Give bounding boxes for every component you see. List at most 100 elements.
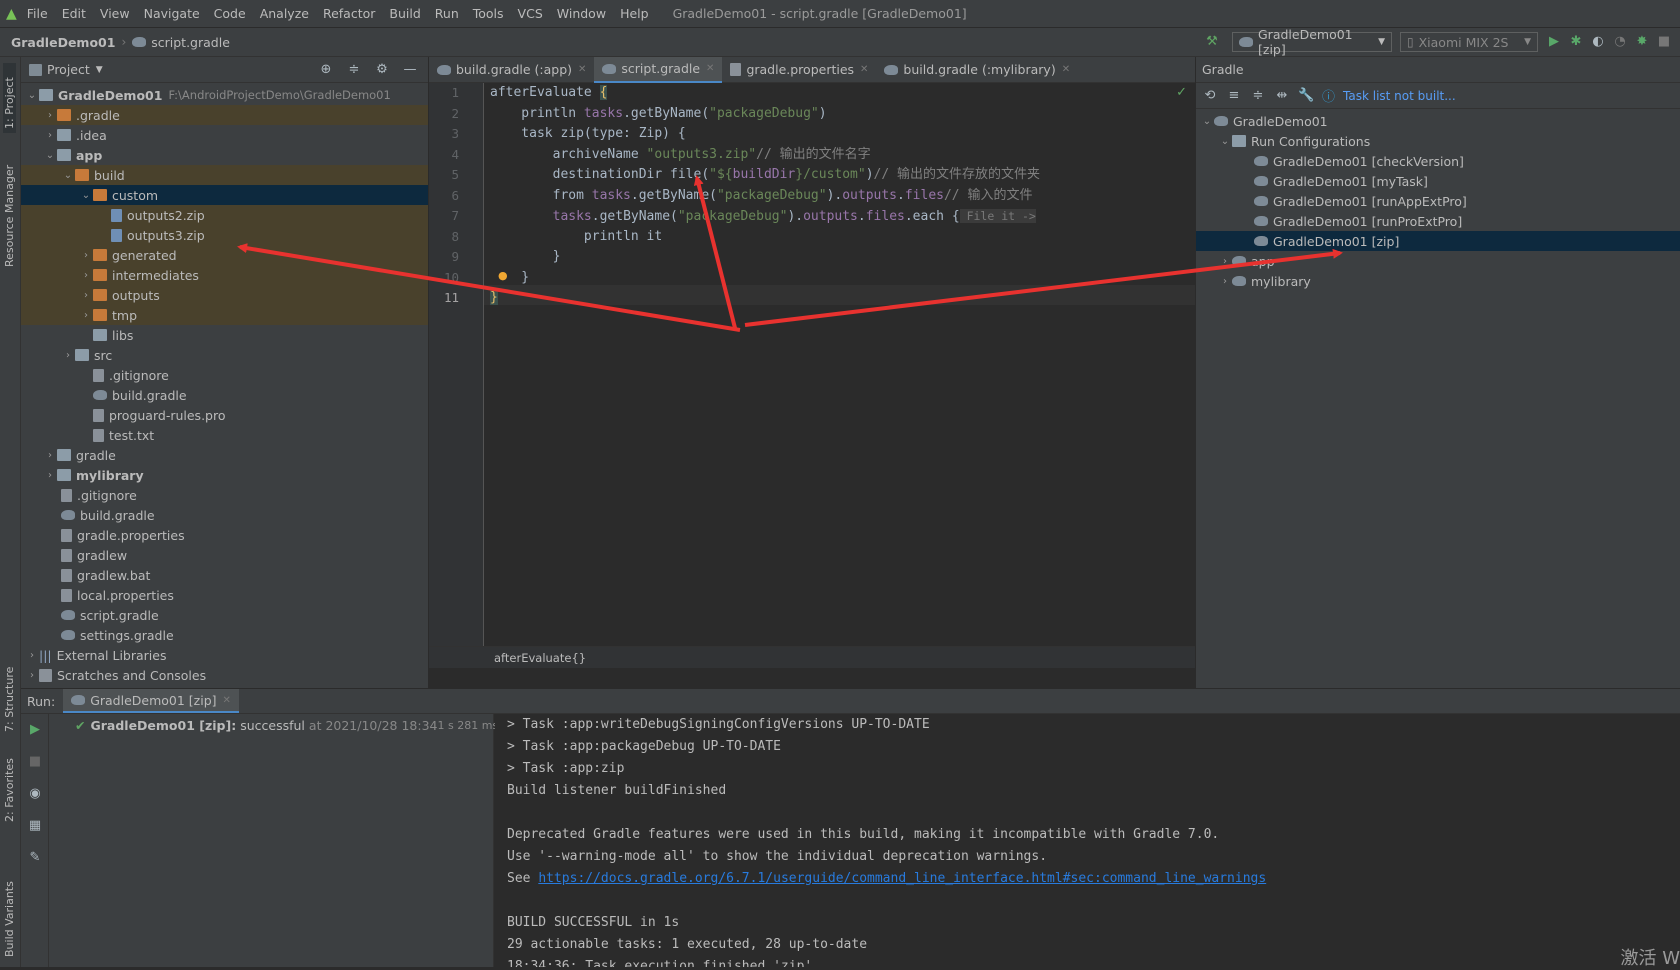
chevron-right-icon[interactable]: › — [43, 450, 57, 461]
close-icon[interactable]: ✕ — [860, 64, 868, 75]
build-hammer-icon[interactable]: ⚒ — [1204, 34, 1220, 50]
refresh-gradle-icon[interactable]: ⟲ — [1202, 88, 1218, 104]
project-view-selector[interactable]: Project — [47, 62, 90, 77]
gradle-tree-item-selected[interactable]: GradleDemo01 [zip] — [1196, 231, 1680, 251]
menu-code[interactable]: Code — [214, 6, 246, 21]
collapse-all-icon[interactable]: ≑ — [346, 62, 362, 78]
layout-icon[interactable]: ▦ — [27, 818, 43, 834]
tree-item[interactable]: › gradle — [21, 445, 428, 465]
tree-item[interactable]: script.gradle — [21, 605, 428, 625]
gradle-tree-item[interactable]: GradleDemo01 [checkVersion] — [1196, 151, 1680, 171]
build-variants-tool-tab[interactable]: Build Variants — [3, 847, 16, 957]
gear-icon[interactable]: ⚙ — [374, 62, 390, 78]
tree-item[interactable]: .gitignore — [21, 365, 428, 385]
project-tool-tab[interactable]: 1: Project — [3, 63, 16, 133]
menu-run[interactable]: Run — [435, 6, 459, 21]
structure-tool-tab[interactable]: 7: Structure — [3, 652, 16, 732]
run-result-row[interactable]: ✔ GradleDemo01 [zip]: successful at 2021… — [49, 714, 498, 736]
tree-item[interactable]: build.gradle — [21, 505, 428, 525]
menu-navigate[interactable]: Navigate — [144, 6, 200, 21]
tab-gradle-properties[interactable]: gradle.properties ✕ — [722, 57, 876, 83]
close-icon[interactable]: ✕ — [578, 64, 586, 75]
tree-item[interactable]: › tmp — [21, 305, 428, 325]
chevron-right-icon[interactable]: › — [43, 470, 57, 481]
stop-icon[interactable]: ■ — [27, 754, 43, 770]
gradle-tree-item[interactable]: ⌄ Run Configurations — [1196, 131, 1680, 151]
chevron-down-icon[interactable]: ⌄ — [25, 90, 39, 101]
chevron-down-icon[interactable]: ⌄ — [1200, 116, 1214, 127]
coverage-icon[interactable]: ◐ — [1590, 34, 1606, 50]
tree-item[interactable]: › ||| External Libraries — [21, 645, 428, 665]
tree-item[interactable]: › outputs — [21, 285, 428, 305]
chevron-down-icon[interactable]: ⌄ — [1218, 136, 1232, 147]
tree-item[interactable]: proguard-rules.pro — [21, 405, 428, 425]
tree-item[interactable]: test.txt — [21, 425, 428, 445]
gradle-tree-item[interactable]: › app — [1196, 251, 1680, 271]
run-icon[interactable]: ▶ — [1546, 34, 1562, 50]
chevron-right-icon[interactable]: › — [25, 650, 39, 661]
chevron-down-icon[interactable]: ⌄ — [43, 150, 57, 161]
tree-item[interactable]: local.properties — [21, 585, 428, 605]
tree-item[interactable]: ⌄ build — [21, 165, 428, 185]
hide-icon[interactable]: — — [402, 62, 418, 78]
chevron-right-icon[interactable]: › — [79, 310, 93, 321]
chevron-down-icon[interactable]: ▼ — [96, 65, 103, 75]
chevron-right-icon[interactable]: › — [1218, 276, 1232, 287]
tree-item[interactable]: .gitignore — [21, 485, 428, 505]
editor-breadcrumb[interactable]: afterEvaluate{} — [494, 651, 586, 665]
chevron-right-icon[interactable]: › — [79, 270, 93, 281]
tree-item[interactable]: ⌄ app — [21, 145, 428, 165]
collapse-all-icon[interactable]: ≑ — [1250, 88, 1266, 104]
tree-item[interactable]: › src — [21, 345, 428, 365]
tree-item[interactable]: gradlew.bat — [21, 565, 428, 585]
tree-item[interactable]: › .idea — [21, 125, 428, 145]
code-editor[interactable]: 1 2 3 4 5 6 7 8 9 10 11 ● ✓ afterEvaluat… — [429, 83, 1195, 668]
tree-item[interactable]: › .gradle — [21, 105, 428, 125]
locate-icon[interactable]: ⊕ — [318, 62, 334, 78]
chevron-right-icon[interactable]: › — [43, 130, 57, 141]
chevron-right-icon[interactable]: › — [43, 110, 57, 121]
menu-help[interactable]: Help — [620, 6, 649, 21]
tree-item[interactable]: › mylibrary — [21, 465, 428, 485]
gradle-tree-item[interactable]: GradleDemo01 [runProExtPro] — [1196, 211, 1680, 231]
tree-item[interactable]: › intermediates — [21, 265, 428, 285]
tab-script-gradle[interactable]: script.gradle ✕ — [594, 56, 723, 83]
gradle-tree-item[interactable]: GradleDemo01 [myTask] — [1196, 171, 1680, 191]
tree-item-selected[interactable]: ⌄ custom — [21, 185, 428, 205]
toggle-offline-icon[interactable]: ⇹ — [1274, 88, 1290, 104]
chevron-right-icon[interactable]: › — [61, 350, 75, 361]
stop-icon[interactable]: ■ — [1656, 34, 1672, 50]
docs-link[interactable]: https://docs.gradle.org/6.7.1/userguide/… — [538, 871, 1266, 886]
device-selector[interactable]: ▯ Xiaomi MIX 2S ▼ — [1400, 32, 1538, 52]
eye-icon[interactable]: ◉ — [27, 786, 43, 802]
chevron-right-icon[interactable]: › — [79, 250, 93, 261]
menu-build[interactable]: Build — [389, 6, 420, 21]
close-icon[interactable]: ✕ — [1062, 64, 1070, 75]
breadcrumb-file[interactable]: script.gradle — [151, 35, 230, 50]
chevron-right-icon[interactable]: › — [1218, 256, 1232, 267]
menu-analyze[interactable]: Analyze — [260, 6, 309, 21]
tree-item[interactable]: › generated — [21, 245, 428, 265]
menu-file[interactable]: File — [27, 6, 48, 21]
close-icon[interactable]: ✕ — [706, 63, 714, 74]
chevron-down-icon[interactable]: ⌄ — [79, 190, 93, 201]
menu-vcs[interactable]: VCS — [518, 6, 543, 21]
menu-refactor[interactable]: Refactor — [323, 6, 375, 21]
expand-all-icon[interactable]: ≡ — [1226, 88, 1242, 104]
debug-icon[interactable]: ✱ — [1568, 34, 1584, 50]
run-config-selector[interactable]: GradleDemo01 [zip] ▼ — [1232, 27, 1392, 57]
chevron-right-icon[interactable]: › — [25, 670, 39, 681]
tab-build-gradle-mylibrary[interactable]: build.gradle (:mylibrary) ✕ — [876, 57, 1078, 83]
run-tab[interactable]: GradleDemo01 [zip] ✕ — [63, 689, 239, 713]
tree-item[interactable]: libs — [21, 325, 428, 345]
tree-item[interactable]: gradlew — [21, 545, 428, 565]
attach-debugger-icon[interactable]: ✸ — [1634, 34, 1650, 50]
tree-item[interactable]: › Scratches and Consoles — [21, 665, 428, 685]
run-console[interactable]: > Task :app:writeDebugSigningConfigVersi… — [495, 714, 1680, 967]
gradle-tree-item[interactable]: › mylibrary — [1196, 271, 1680, 291]
chevron-down-icon[interactable]: ⌄ — [61, 170, 75, 181]
tree-item[interactable]: settings.gradle — [21, 625, 428, 645]
tree-root[interactable]: ⌄ GradleDemo01 F:\AndroidProjectDemo\Gra… — [21, 85, 428, 105]
menu-tools[interactable]: Tools — [473, 6, 504, 21]
breadcrumb-project[interactable]: GradleDemo01 — [11, 35, 115, 50]
